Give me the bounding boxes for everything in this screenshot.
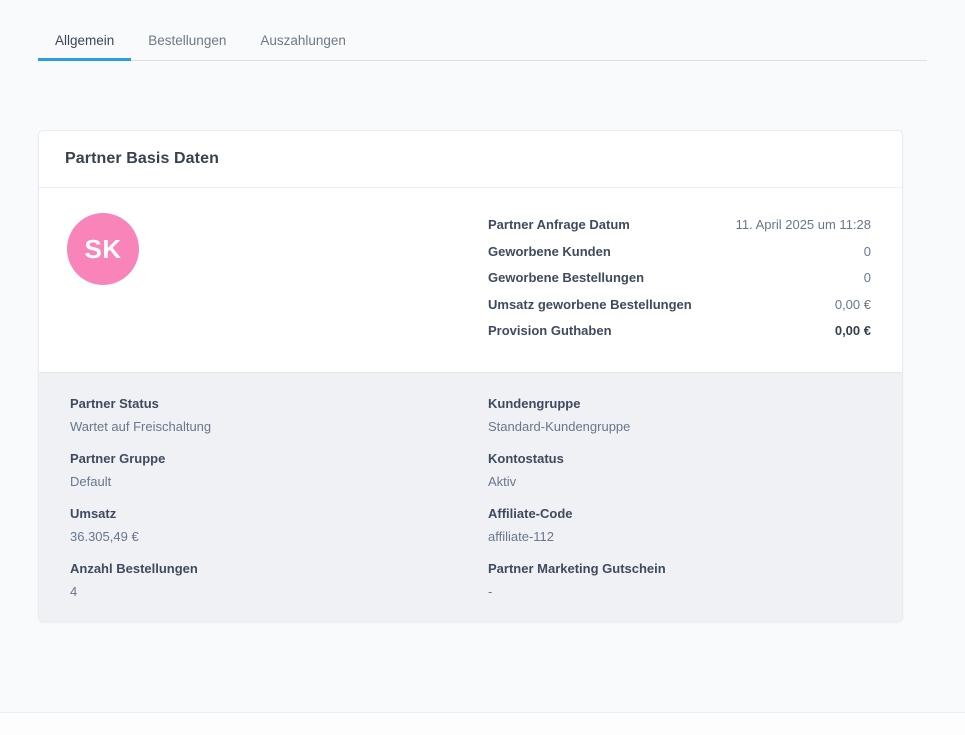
tabs: Allgemein Bestellungen Auszahlungen xyxy=(38,22,927,61)
summary-row: Geworbene Bestellungen 0 xyxy=(488,271,871,285)
summary-row-label: Geworbene Kunden xyxy=(488,245,611,259)
summary-row: Umsatz geworbene Bestellungen 0,00 € xyxy=(488,298,871,312)
detail-field-value: 36.305,49 € xyxy=(70,530,488,544)
tab-label: Allgemein xyxy=(55,33,114,48)
summary-row-value: 0 xyxy=(864,245,871,259)
detail-field: Partner Gruppe Default xyxy=(70,452,488,489)
summary-row: Provision Guthaben 0,00 € xyxy=(488,324,871,338)
detail-field: Partner Status Wartet auf Freischaltung xyxy=(70,397,488,434)
tab-item[interactable]: Allgemein xyxy=(38,22,131,61)
summary-row-value: 0,00 € xyxy=(835,298,871,312)
summary-row: Partner Anfrage Datum 11. April 2025 um … xyxy=(488,218,871,232)
summary-row-label: Partner Anfrage Datum xyxy=(488,218,630,232)
summary-row-label: Provision Guthaben xyxy=(488,324,612,338)
detail-field-value: Wartet auf Freischaltung xyxy=(70,420,488,434)
tab-bar: Allgemein Bestellungen Auszahlungen xyxy=(38,22,927,61)
tab-item[interactable]: Bestellungen xyxy=(131,22,243,61)
tab-label: Bestellungen xyxy=(148,33,226,48)
detail-field: Anzahl Bestellungen 4 xyxy=(70,562,488,599)
detail-field-label: Partner Status xyxy=(70,397,488,411)
detail-field-value: affiliate-112 xyxy=(488,530,871,544)
detail-field-label: Partner Marketing Gutschein xyxy=(488,562,871,576)
summary-row-label: Geworbene Bestellungen xyxy=(488,271,644,285)
detail-field-label: Kontostatus xyxy=(488,452,871,466)
summary-row-label: Umsatz geworbene Bestellungen xyxy=(488,298,692,312)
detail-field-label: Anzahl Bestellungen xyxy=(70,562,488,576)
summary-row-value: 0,00 € xyxy=(835,324,871,338)
summary-rows: Partner Anfrage Datum 11. April 2025 um … xyxy=(488,218,871,351)
card-header: Partner Basis Daten xyxy=(39,131,902,188)
detail-field: Kontostatus Aktiv xyxy=(488,452,871,489)
detail-field: Partner Marketing Gutschein - xyxy=(488,562,871,599)
detail-field: Kundengruppe Standard-Kundengruppe xyxy=(488,397,871,434)
summary-row: Geworbene Kunden 0 xyxy=(488,245,871,259)
detail-field-value: Standard-Kundengruppe xyxy=(488,420,871,434)
partner-avatar: SK xyxy=(67,213,139,285)
card-body: SK Partner Anfrage Datum 11. April 2025 … xyxy=(39,188,902,372)
detail-field-value: 4 xyxy=(70,585,488,599)
detail-field-label: Affiliate-Code xyxy=(488,507,871,521)
detail-field-value: Default xyxy=(70,475,488,489)
footer-strip xyxy=(0,712,965,735)
detail-section: Partner Status Wartet auf Freischaltung … xyxy=(39,372,902,621)
detail-field-label: Partner Gruppe xyxy=(70,452,488,466)
summary-row-value: 11. April 2025 um 11:28 xyxy=(736,218,871,232)
detail-field-label: Umsatz xyxy=(70,507,488,521)
card-title: Partner Basis Daten xyxy=(65,150,219,168)
summary-row-value: 0 xyxy=(864,271,871,285)
detail-field-label: Kundengruppe xyxy=(488,397,871,411)
tab-item[interactable]: Auszahlungen xyxy=(243,22,363,61)
detail-field-value: - xyxy=(488,585,871,599)
detail-field: Umsatz 36.305,49 € xyxy=(70,507,488,544)
detail-field: Affiliate-Code affiliate-112 xyxy=(488,507,871,544)
tab-label: Auszahlungen xyxy=(260,33,346,48)
partner-basis-data-card: Partner Basis Daten SK Partner Anfrage D… xyxy=(38,130,903,622)
detail-field-value: Aktiv xyxy=(488,475,871,489)
